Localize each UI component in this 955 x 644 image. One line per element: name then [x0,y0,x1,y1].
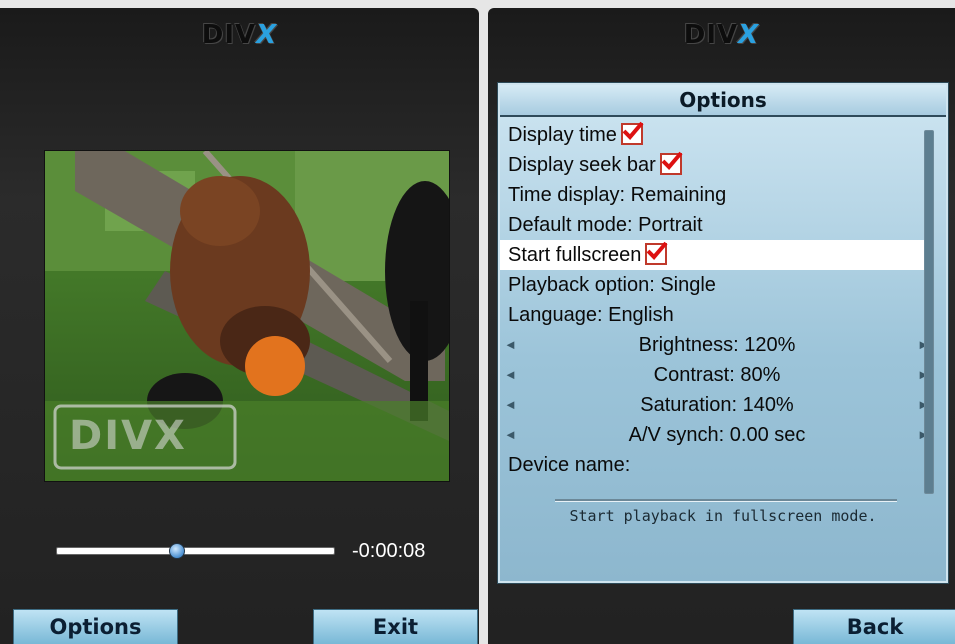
seek-thumb[interactable] [169,543,186,559]
option-label: Device name: [508,454,631,476]
decrease-arrow-icon[interactable]: ◄ [504,330,517,360]
option-item[interactable]: Playback option: Single [500,270,934,300]
player-panel: DIVX DIVX -0:00:08 Options Exit [0,8,479,644]
option-label: Language: English [508,304,674,326]
option-label: Brightness: 120% [638,334,796,356]
options-dialog: Options Display time Display seek bar Time… [497,82,949,584]
option-item[interactable]: Language: English [500,300,934,330]
checkbox-checked-icon[interactable] [645,241,668,265]
hint-text: Start playback in fullscreen mode. [569,507,877,525]
option-label: Default mode: Portrait [508,214,703,236]
options-title: Options [500,85,946,117]
option-item[interactable]: Display seek bar [500,150,934,180]
option-label: Time display: Remaining [508,184,727,206]
divx-logo: DIVX [201,20,278,50]
option-item[interactable]: ◄A/V synch: 0.00 sec► [500,420,934,450]
option-item[interactable]: ◄Contrast: 80%► [500,360,934,390]
checkbox-checked-icon[interactable] [620,121,644,145]
checkbox-checked-icon[interactable] [659,151,683,175]
option-item[interactable]: Time display: Remaining [500,180,934,210]
options-button[interactable]: Options [13,609,178,644]
decrease-arrow-icon[interactable]: ◄ [504,420,517,450]
option-item[interactable]: Display time [500,120,934,150]
option-item[interactable]: Default mode: Portrait [500,210,934,240]
option-label: Contrast: 80% [653,364,781,386]
options-list: Display time Display seek bar Time display… [500,120,934,480]
option-item[interactable]: ◄Brightness: 120%► [500,330,934,360]
seek-bar[interactable] [56,543,335,559]
option-label: Start fullscreen [508,244,642,266]
decrease-arrow-icon[interactable]: ◄ [504,390,517,420]
decrease-arrow-icon[interactable]: ◄ [504,360,517,390]
option-item[interactable]: Device name: [500,450,934,480]
option-label: Saturation: 140% [640,394,794,416]
back-button[interactable]: Back [793,609,955,644]
option-label: Display time [508,124,617,146]
hint-divider [555,499,897,502]
divx-watermark: DIVX [69,413,187,459]
exit-button[interactable]: Exit [313,609,478,644]
video-frame[interactable]: DIVX [44,150,450,482]
option-label: Playback option: Single [508,274,716,296]
divx-logo: DIVX [683,20,760,50]
option-item[interactable]: Start fullscreen [500,240,934,270]
option-label: Display seek bar [508,154,656,176]
options-panel: DIVX Options Display time Display seek ba… [488,8,955,644]
scrollbar[interactable] [924,130,934,494]
time-remaining: -0:00:08 [352,540,426,562]
option-item[interactable]: ◄Saturation: 140%► [500,390,934,420]
option-label: A/V synch: 0.00 sec [628,424,806,446]
